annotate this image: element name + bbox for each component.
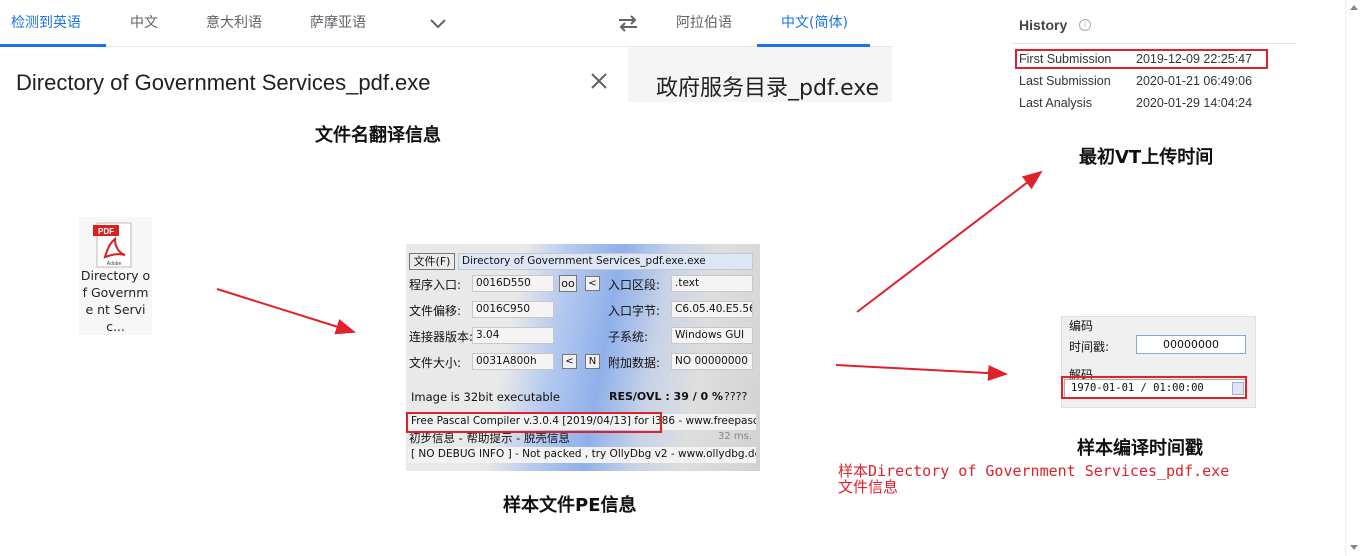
scroll-down-arrow-icon[interactable] xyxy=(1350,545,1358,550)
linker-version-label: 连接器版本: xyxy=(409,330,474,344)
info-icon[interactable]: i xyxy=(1079,19,1091,31)
oo-button[interactable]: oo xyxy=(559,275,577,292)
entry-point-label: 程序入口: xyxy=(409,278,462,292)
caption-compile-timestamp: 样本编译时间戳 xyxy=(1077,438,1203,459)
scroll-up-arrow-icon[interactable] xyxy=(1350,5,1358,10)
history-title: History xyxy=(1019,17,1068,33)
tab-arabic[interactable]: 阿拉伯语 xyxy=(676,0,732,47)
close-icon[interactable] xyxy=(588,70,610,92)
red-note-line-2: 文件信息 xyxy=(838,478,899,496)
tab-chinese[interactable]: 中文 xyxy=(130,0,158,47)
translated-text: 政府服务目录_pdf.exe xyxy=(656,76,880,101)
overlay-field[interactable]: NO 00000000 xyxy=(671,353,753,370)
arrow-file-to-pe xyxy=(216,288,356,335)
pdf-file-icon-tile[interactable]: PDF Adobe Directory of Governme nt Servi… xyxy=(79,217,152,335)
tab-detected-english[interactable]: 检测到英语 xyxy=(11,0,81,47)
file-offset-label: 文件偏移: xyxy=(409,304,462,318)
subsystem-label: 子系统: xyxy=(608,330,649,344)
debug-line: [ NO DEBUG INFO ] - Not packed , try Oll… xyxy=(408,447,756,463)
swap-icon[interactable] xyxy=(616,13,640,33)
entry-bytes-field[interactable]: C6.05.40.E5.56 xyxy=(671,301,753,318)
timestamp-input[interactable]: 00000000 xyxy=(1136,335,1246,354)
tab-samoan[interactable]: 萨摩亚语 xyxy=(310,0,366,47)
pe-file-name: Directory of Government Services_pdf.exe… xyxy=(458,253,753,270)
tab-italian[interactable]: 意大利语 xyxy=(206,0,262,47)
history-value-last-analysis: 2020-01-29 14:04:24 xyxy=(1136,96,1253,110)
file-menu-button[interactable]: 文件(F) xyxy=(409,253,455,270)
translation-output-panel: 政府服务目录_pdf.exe xyxy=(628,47,892,102)
red-note-line-1: 样本Directory of Government Services_pdf.e… xyxy=(838,462,1230,480)
image-info-text: Image is 32bit executable xyxy=(411,390,560,404)
chevron-down-icon[interactable] xyxy=(428,16,448,32)
file-offset-field[interactable]: 0016C950 xyxy=(472,301,554,318)
compiler-highlight-box xyxy=(406,412,662,433)
entry-bytes-label: 入口字节: xyxy=(608,304,661,318)
tab-chinese-simplified[interactable]: 中文(简体) xyxy=(781,0,848,47)
compiler-url: - www.freepascal. xyxy=(678,415,756,427)
caption-first-upload: 最初VT上传时间 xyxy=(1079,147,1214,168)
linker-version-field[interactable]: 3.04 xyxy=(472,327,554,344)
arrow-pe-to-history xyxy=(856,170,1043,313)
entry-section-label: 入口区段: xyxy=(608,278,661,292)
overlay-label: 附加数据: xyxy=(608,356,661,370)
caption-pe-info: 样本文件PE信息 xyxy=(503,495,637,516)
history-value-last-submission: 2020-01-21 06:49:06 xyxy=(1136,74,1253,88)
file-icon-label: Directory of Governme nt Servic... xyxy=(80,268,151,334)
language-tabbar: 检测到英语 中文 意大利语 萨摩亚语 阿拉伯语 中文(简体) xyxy=(0,0,892,47)
first-submission-highlight-box xyxy=(1015,49,1268,69)
subsystem-field[interactable]: Windows GUI xyxy=(671,327,753,344)
history-divider xyxy=(1012,43,1296,44)
vertical-scrollbar[interactable] xyxy=(1345,0,1361,556)
pe-info-panel: 文件(F) Directory of Government Services_p… xyxy=(406,244,760,471)
timestamp-label: 时间戳: xyxy=(1069,340,1110,354)
decoded-date-highlight-box xyxy=(1061,376,1247,399)
active-tab-underline xyxy=(0,44,106,47)
arrow-pe-to-timestamp xyxy=(835,364,1008,382)
entry-section-field[interactable]: .text xyxy=(671,275,753,292)
lt-button-2[interactable]: < xyxy=(562,354,577,369)
file-size-field[interactable]: 0031A800h xyxy=(472,353,554,370)
n-button[interactable]: N xyxy=(585,354,600,369)
source-text[interactable]: Directory of Government Services_pdf.exe xyxy=(16,70,431,96)
caption-filename-translation: 文件名翻译信息 xyxy=(315,125,441,146)
question-marks: ???? xyxy=(724,390,748,403)
history-label-last-submission: Last Submission xyxy=(1019,74,1111,88)
pdf-badge-text: PDF xyxy=(98,227,114,236)
history-label-last-analysis: Last Analysis xyxy=(1019,96,1092,110)
pdf-icon: PDF Adobe xyxy=(93,222,132,268)
encode-label: 编码 xyxy=(1069,319,1094,333)
entry-point-field[interactable]: 0016D550 xyxy=(472,275,554,292)
res-ovl-text: RES/OVL : 39 / 0 % xyxy=(609,390,724,403)
red-note: 样本Directory of Government Services_pdf.e… xyxy=(838,463,1229,495)
file-size-label: 文件大小: xyxy=(409,356,462,370)
ms-text: 32 ms. xyxy=(718,431,753,442)
lt-button[interactable]: < xyxy=(585,276,600,291)
